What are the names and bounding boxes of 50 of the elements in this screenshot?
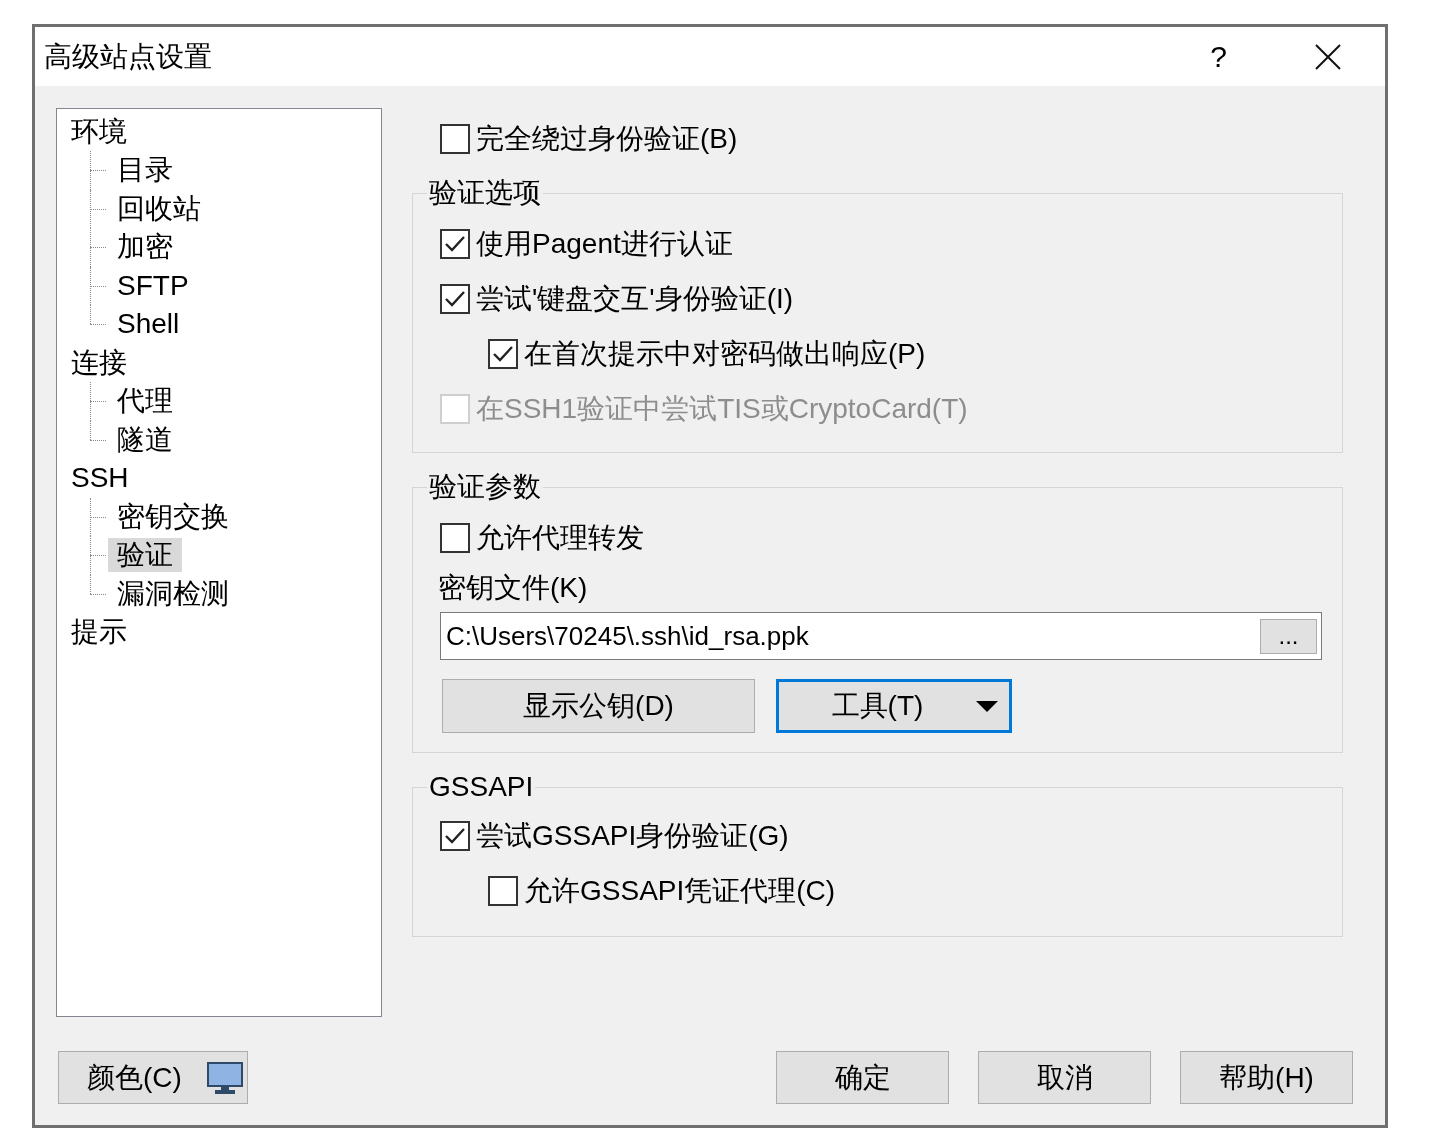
help-button[interactable]: ? xyxy=(1208,39,1229,74)
checkbox[interactable] xyxy=(440,522,470,553)
checkbox[interactable] xyxy=(440,228,470,259)
tree-item[interactable]: 密钥交换 xyxy=(108,499,238,534)
file-path-field[interactable]: C:\Users\70245\.ssh\id_rsa.ppk ... xyxy=(440,612,1322,660)
group-title: GSSAPI xyxy=(428,770,535,804)
checkbox-label[interactable]: 允许代理转发 xyxy=(476,520,644,555)
tree-item[interactable]: 环境 xyxy=(62,114,136,149)
caret-icon xyxy=(976,700,998,712)
tree-item[interactable]: SFTP xyxy=(108,268,198,303)
checkbox-label[interactable]: 尝试'键盘交互'身份验证(I) xyxy=(476,281,794,316)
button[interactable]: 帮助(H) xyxy=(1180,1051,1353,1104)
button[interactable]: 工具(T) xyxy=(776,679,1012,733)
checkbox-label[interactable]: 在首次提示中对密码做出响应(P) xyxy=(524,336,926,371)
button[interactable]: 显示公钥(D) xyxy=(442,679,755,733)
tree-item[interactable]: 隧道 xyxy=(108,422,182,457)
checkmark-icon xyxy=(444,826,466,845)
tree-item[interactable]: 目录 xyxy=(108,153,182,188)
close-icon xyxy=(1315,43,1341,70)
tree-item[interactable]: Shell xyxy=(108,307,189,342)
checkbox[interactable] xyxy=(440,124,470,154)
group-title: 验证选项 xyxy=(428,176,542,210)
tree-item[interactable]: 连接 xyxy=(62,345,136,380)
checkmark-icon xyxy=(444,289,466,308)
checkbox-label[interactable]: 使用Pagent进行认证 xyxy=(476,226,733,261)
button[interactable]: 取消 xyxy=(978,1051,1151,1104)
checkbox[interactable] xyxy=(488,338,518,369)
group-title: 验证参数 xyxy=(428,470,542,504)
checkbox-label[interactable]: 完全绕过身份验证(B) xyxy=(476,122,738,156)
checkbox[interactable] xyxy=(488,875,518,906)
tree-item[interactable]: 回收站 xyxy=(108,191,210,226)
window-title: 高级站点设置 xyxy=(43,39,212,74)
tree-item[interactable]: 加密 xyxy=(108,230,182,265)
tree-item[interactable]: 提示 xyxy=(62,615,136,650)
tree-item[interactable]: 漏洞检测 xyxy=(108,576,238,611)
field-label: 密钥文件(K) xyxy=(438,571,588,605)
checkbox-label[interactable]: 允许GSSAPI凭证代理(C) xyxy=(524,873,836,908)
close-button[interactable] xyxy=(1313,41,1343,72)
browse-button[interactable]: ... xyxy=(1260,618,1317,654)
checkbox[interactable] xyxy=(440,283,470,314)
checkmark-icon xyxy=(444,234,466,253)
checkbox[interactable] xyxy=(440,820,470,851)
monitor-icon xyxy=(206,1061,243,1094)
checkbox-label[interactable]: 尝试GSSAPI身份验证(G) xyxy=(476,818,789,853)
tree-item[interactable]: 验证 xyxy=(108,538,182,573)
button[interactable]: 确定 xyxy=(776,1051,949,1104)
color-button[interactable]: 颜色(C) xyxy=(58,1051,248,1104)
tree-item[interactable]: SSH xyxy=(62,461,138,496)
checkmark-icon xyxy=(492,344,514,363)
tree-item[interactable]: 代理 xyxy=(108,384,182,419)
